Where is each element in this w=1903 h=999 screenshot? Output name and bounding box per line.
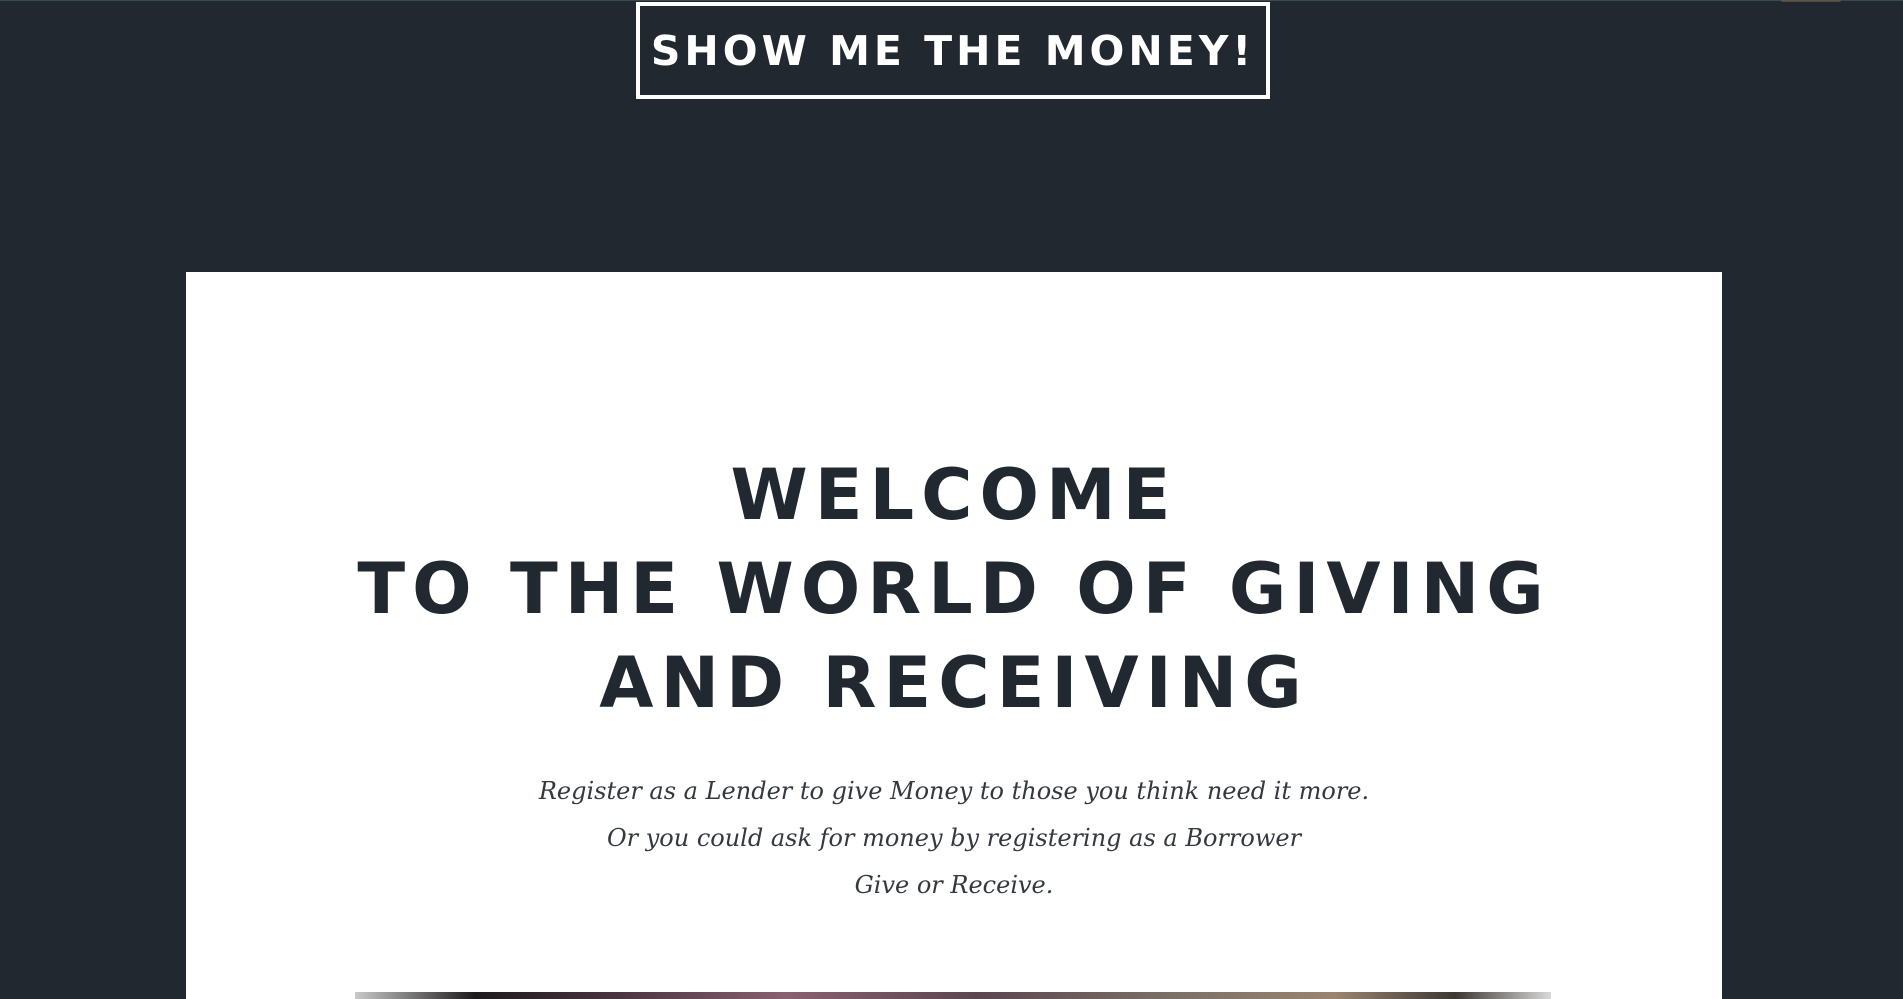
welcome-heading-line-3: AND RECEIVING <box>599 642 1309 724</box>
intro-line-give-or-receive: Give or Receive. <box>854 871 1054 899</box>
intro-line-lender: Register as a Lender to give Money to th… <box>538 777 1370 805</box>
show-me-the-money-button[interactable]: SHOW ME THE MONEY! <box>636 2 1270 99</box>
corner-decoration <box>1781 0 1841 2</box>
welcome-heading: WELCOME TO THE WORLD OF GIVING AND RECEI… <box>186 448 1722 730</box>
welcome-card: WELCOME TO THE WORLD OF GIVING AND RECEI… <box>186 272 1722 999</box>
welcome-heading-line-1: WELCOME <box>730 454 1178 536</box>
intro-paragraph: Register as a Lender to give Money to th… <box>186 768 1722 909</box>
top-edge <box>0 0 1903 1</box>
hero-image <box>355 992 1551 999</box>
welcome-heading-line-2: TO THE WORLD OF GIVING <box>357 548 1551 630</box>
intro-line-borrower: Or you could ask for money by registerin… <box>606 824 1302 852</box>
